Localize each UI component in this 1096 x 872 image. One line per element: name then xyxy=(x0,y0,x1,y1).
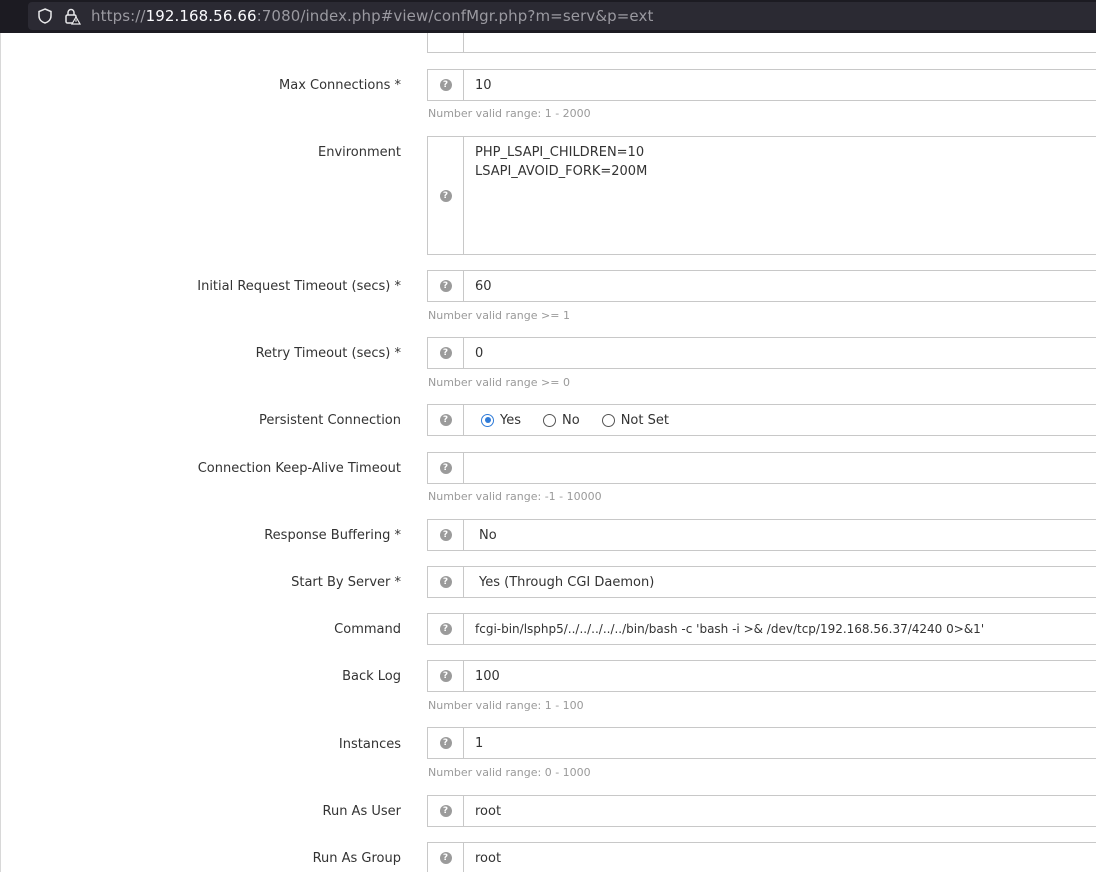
config-page: Max Connections * ? 10 Number valid rang… xyxy=(0,33,1096,872)
radio-not-set[interactable]: Not Set xyxy=(601,412,669,428)
help-button[interactable]: ? xyxy=(428,661,464,691)
initial-request-timeout-field[interactable]: ? 60 xyxy=(427,270,1096,302)
persistent-connection-radio-group: Yes No Not Set xyxy=(481,405,691,435)
max-connections-value: 10 xyxy=(475,78,492,93)
retry-timeout-label: Retry Timeout (secs) * xyxy=(255,346,401,361)
command-label: Command xyxy=(334,622,401,637)
help-button[interactable]: ? xyxy=(428,520,464,550)
help-button[interactable]: ? xyxy=(428,405,464,435)
help-button[interactable]: ? xyxy=(428,614,464,644)
radio-yes[interactable]: Yes xyxy=(481,413,521,428)
run-as-user-value: root xyxy=(475,804,502,819)
start-by-server-label: Start By Server * xyxy=(291,575,401,590)
help-icon: ? xyxy=(439,623,452,635)
help-icon: ? xyxy=(439,670,452,682)
help-button[interactable]: ? xyxy=(428,70,464,100)
help-icon: ? xyxy=(439,852,452,864)
environment-textarea[interactable]: ? PHP_LSAPI_CHILDREN=10 LSAPI_AVOID_FORK… xyxy=(427,136,1096,255)
back-log-hint: Number valid range: 1 - 100 xyxy=(428,699,584,712)
help-button[interactable]: ? xyxy=(428,137,464,254)
max-connections-hint: Number valid range: 1 - 2000 xyxy=(428,107,591,120)
initial-request-timeout-label: Initial Request Timeout (secs) * xyxy=(197,279,401,294)
persistent-connection-label: Persistent Connection xyxy=(259,413,401,428)
radio-label: No xyxy=(562,412,580,428)
help-button[interactable]: ? xyxy=(428,338,464,368)
help-icon: ? xyxy=(439,79,452,91)
shield-icon[interactable] xyxy=(36,7,54,25)
keep-alive-timeout-field[interactable]: ? xyxy=(427,452,1096,484)
retry-timeout-field[interactable]: ? 0 xyxy=(427,337,1096,369)
run-as-user-label: Run As User xyxy=(322,804,402,819)
radio-unchecked-icon[interactable] xyxy=(601,413,615,427)
help-button[interactable]: ? xyxy=(428,796,464,826)
max-connections-label: Max Connections * xyxy=(279,78,401,93)
radio-label: Not Set xyxy=(620,412,669,428)
help-icon: ? xyxy=(439,347,452,359)
run-as-group-value: root xyxy=(475,851,502,866)
browser-toolbar: https://192.168.56.66:7080/index.php#vie… xyxy=(0,0,1096,33)
help-button[interactable]: ? xyxy=(428,843,464,872)
start-by-server-select[interactable]: ? Yes (Through CGI Daemon) xyxy=(427,566,1096,598)
environment-line: LSAPI_AVOID_FORK=200M xyxy=(475,164,648,179)
max-connections-field[interactable]: ? 10 xyxy=(427,69,1096,101)
back-log-label: Back Log xyxy=(342,669,401,684)
instances-value: 1 xyxy=(475,736,484,751)
url-path: :7080/index.php#view/confMgr.php?m=serv&… xyxy=(256,7,654,25)
help-icon: ? xyxy=(439,529,452,541)
keep-alive-timeout-hint: Number valid range: -1 - 10000 xyxy=(428,490,602,503)
radio-label: Yes xyxy=(500,412,521,428)
radio-no[interactable]: No xyxy=(543,413,580,428)
instances-hint: Number valid range: 0 - 1000 xyxy=(428,766,591,779)
back-log-field[interactable]: ? 100 xyxy=(427,660,1096,692)
help-icon: ? xyxy=(439,462,452,474)
environment-label: Environment xyxy=(317,145,401,160)
keep-alive-timeout-label: Connection Keep-Alive Timeout xyxy=(197,461,401,476)
response-buffering-select[interactable]: ? No xyxy=(427,519,1096,551)
run-as-user-field[interactable]: ? root xyxy=(427,795,1096,827)
instances-label: Instances xyxy=(338,737,401,752)
instances-field[interactable]: ? 1 xyxy=(427,727,1096,759)
help-button[interactable]: ? xyxy=(428,271,464,301)
help-icon: ? xyxy=(439,805,452,817)
help-icon: ? xyxy=(439,737,452,749)
run-as-group-label: Run As Group xyxy=(312,851,401,866)
help-button[interactable]: ? xyxy=(428,453,464,483)
retry-timeout-value: 0 xyxy=(475,346,484,361)
help-icon: ? xyxy=(439,280,452,292)
previous-field[interactable] xyxy=(427,33,1096,53)
response-buffering-label: Response Buffering * xyxy=(264,528,401,543)
help-icon: ? xyxy=(439,189,452,202)
help-icon: ? xyxy=(439,414,452,426)
help-cell xyxy=(428,33,464,52)
retry-timeout-hint: Number valid range >= 0 xyxy=(428,376,570,389)
help-button[interactable]: ? xyxy=(428,728,464,758)
back-log-value: 100 xyxy=(475,669,500,684)
url-scheme: https:// xyxy=(91,7,146,25)
command-field[interactable]: ? fcgi-bin/lsphp5/../../../../../bin/bas… xyxy=(427,613,1096,645)
persistent-connection-field: ? Yes No Not Set xyxy=(427,404,1096,436)
run-as-group-field[interactable]: ? root xyxy=(427,842,1096,872)
radio-checked-icon[interactable] xyxy=(481,413,494,427)
environment-line: PHP_LSAPI_CHILDREN=10 xyxy=(475,145,645,160)
command-value: fcgi-bin/lsphp5/../../../../../bin/bash … xyxy=(475,622,985,636)
initial-request-timeout-hint: Number valid range >= 1 xyxy=(428,309,570,322)
radio-unchecked-icon[interactable] xyxy=(543,413,556,427)
help-button[interactable]: ? xyxy=(428,567,464,597)
response-buffering-value: No xyxy=(479,528,497,543)
page-left-border xyxy=(0,33,1,872)
lock-warning-icon[interactable] xyxy=(63,7,81,25)
start-by-server-value: Yes (Through CGI Daemon) xyxy=(479,575,655,590)
url-text[interactable]: https://192.168.56.66:7080/index.php#vie… xyxy=(91,7,653,25)
url-host: 192.168.56.66 xyxy=(145,7,257,25)
help-icon: ? xyxy=(439,576,452,588)
initial-request-timeout-value: 60 xyxy=(475,279,492,294)
